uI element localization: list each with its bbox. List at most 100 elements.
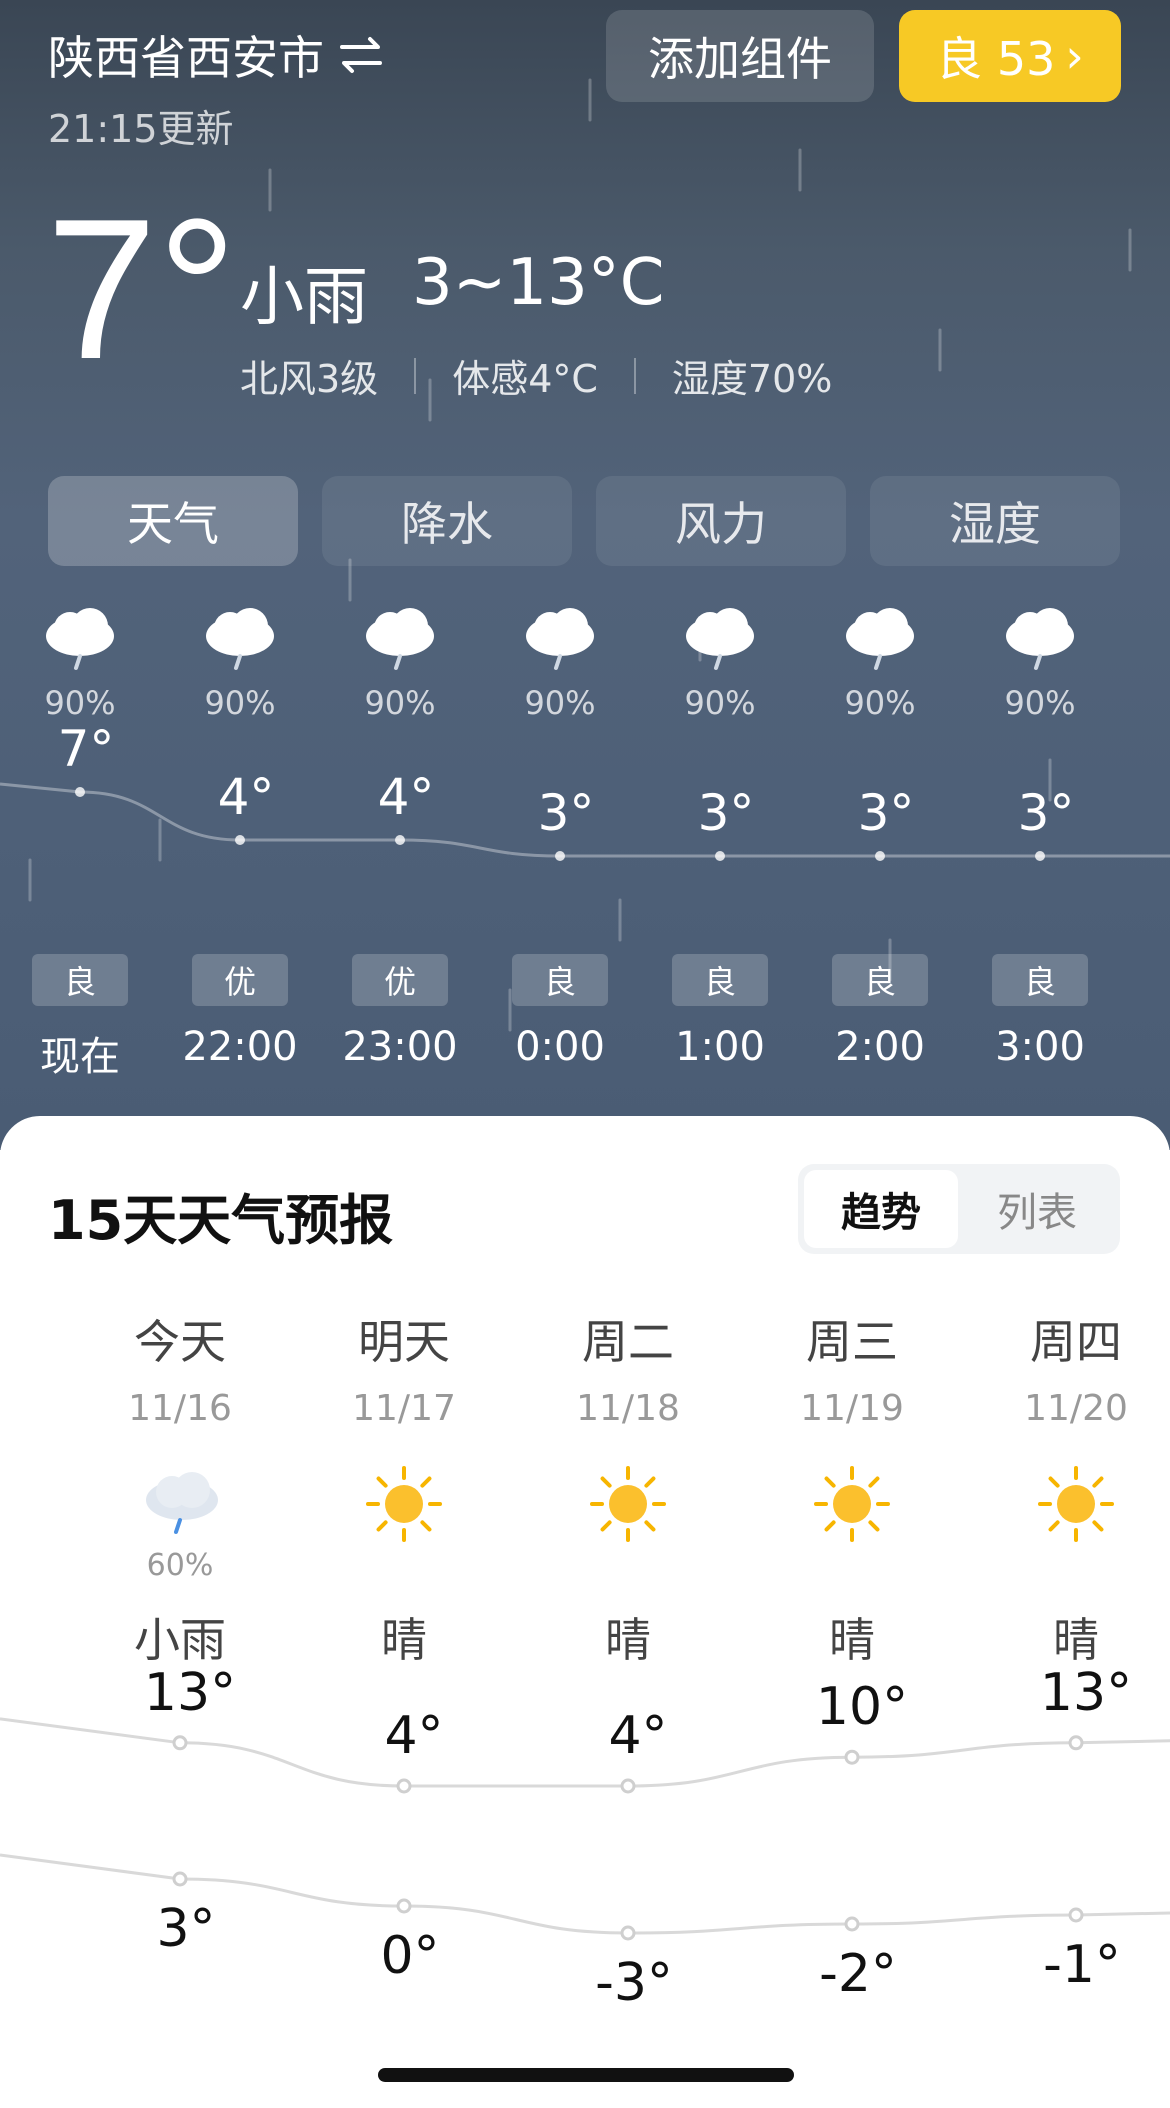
rain-cloud-icon: [360, 606, 440, 676]
day-column: 周四 11/20: [976, 1306, 1170, 1429]
tab-wind[interactable]: 风力: [596, 476, 846, 566]
day-date: 11/19: [800, 1388, 904, 1429]
daily-high-curve-point: [172, 1735, 188, 1751]
tab-precipitation[interactable]: 降水: [322, 476, 572, 566]
day-condition: 小雨: [134, 1613, 226, 1667]
day-condition: 晴: [1053, 1613, 1099, 1667]
daily-forecast[interactable]: 今天 11/16 60% 小雨 13° 3° 明天 11/17 晴 4° 0° 周二 11/18 晴 4° -…: [0, 1116, 1170, 2108]
aqi-chip: 良: [832, 954, 928, 1006]
day-condition: 晴: [605, 1613, 651, 1667]
hourly-item: 90%: [660, 606, 780, 722]
day-name: 明天: [358, 1315, 450, 1369]
tab-humidity[interactable]: 湿度: [870, 476, 1120, 566]
hourly-time: 0:00: [515, 1024, 605, 1070]
precip-probability: 60%: [146, 1548, 214, 1583]
day-low-temp: -3°: [595, 1953, 673, 2013]
hourly-time: 2:00: [835, 1024, 925, 1070]
day-low-temp: 0°: [380, 1926, 440, 1986]
aqi-chip: 优: [352, 954, 448, 1006]
rain-cloud-icon: [520, 606, 600, 676]
weather-background: 陕西省西安市 21:15更新 添加组件 良 53 › 7° 小雨 3~13°C …: [0, 0, 1170, 1150]
home-indicator[interactable]: [378, 2068, 794, 2082]
current-details: 北风3级 体感4°C 湿度70%: [240, 348, 832, 403]
tab-weather[interactable]: 天气: [48, 476, 298, 566]
hourly-temp: 3°: [537, 784, 595, 842]
rain-cloud-icon: [680, 606, 760, 676]
rain-cloud-icon-svg: [1006, 608, 1074, 670]
hourly-time: 1:00: [675, 1024, 765, 1070]
aqi-chip: 良: [992, 954, 1088, 1006]
current-temperature: 7°: [46, 178, 238, 401]
metric-tabs: 天气 降水 风力 湿度: [48, 476, 1120, 566]
precip-probability: 90%: [44, 684, 116, 722]
sun-icon: [364, 1464, 444, 1548]
current-condition: 小雨: [240, 261, 368, 335]
location-selector[interactable]: 陕西省西安市: [48, 22, 384, 88]
hourly-temp-point: [875, 851, 885, 861]
hourly-temp: 3°: [697, 784, 755, 842]
hourly-forecast[interactable]: 90% 7° 良现在 90% 4° 优 22:00 90% 4° 优 23:00 90% 3° 良 0:00…: [0, 600, 1170, 1090]
day-high-temp: 10°: [815, 1677, 909, 1738]
rain-cloud-icon-svg: [526, 608, 594, 670]
rain-cloud-icon-svg: [686, 608, 754, 670]
rain-cloud-icon-svg: [366, 608, 434, 670]
day-high-temp: 13°: [1039, 1662, 1133, 1723]
day-high-temp: 13°: [143, 1662, 237, 1723]
aqi-button[interactable]: 良 53 ›: [899, 10, 1121, 102]
precip-probability: 90%: [364, 684, 436, 722]
hourly-temp-point: [555, 851, 565, 861]
aqi-chip: 良: [672, 954, 768, 1006]
hourly-temp: 4°: [377, 768, 435, 826]
precip-probability: 90%: [1004, 684, 1076, 722]
daily-high-curve-point: [396, 1778, 412, 1794]
day-date: 11/17: [352, 1388, 456, 1429]
feels-like: 体感4°C: [452, 357, 598, 401]
day-name: 今天: [134, 1315, 226, 1369]
hourly-time: 23:00: [342, 1024, 458, 1070]
hourly-time: 现在: [40, 1034, 120, 1080]
hourly-time: 3:00: [995, 1024, 1085, 1070]
day-date: 11/18: [576, 1388, 680, 1429]
hourly-temp-point: [715, 851, 725, 861]
aqi-chip: 良: [32, 954, 128, 1006]
daily-high-curve-point: [620, 1778, 636, 1794]
hourly-item: 90%: [820, 606, 940, 722]
hourly-temp: 3°: [857, 784, 915, 842]
hourly-temp: 4°: [217, 768, 275, 826]
daily-low-curve-point: [620, 1925, 636, 1941]
current-condition-line: 小雨 3~13°C: [240, 246, 664, 338]
day-column: 今天 11/16: [80, 1306, 280, 1429]
hourly-item: 90%: [500, 606, 620, 722]
sun-icon: [812, 1464, 892, 1548]
hourly-temp: 3°: [1017, 784, 1075, 842]
chevron-right-icon: ›: [1065, 29, 1084, 83]
rain-cloud-icon-svg: [846, 608, 914, 670]
precip-probability: 90%: [844, 684, 916, 722]
sun-icon: [588, 1464, 668, 1548]
daily-low-curve-point: [844, 1916, 860, 1932]
day-name: 周四: [1030, 1315, 1122, 1369]
day-name: 周三: [806, 1315, 898, 1369]
hourly-temp: 7°: [57, 720, 115, 778]
hourly-temp-point: [75, 787, 85, 797]
precip-probability: 90%: [524, 684, 596, 722]
rain-cloud-icon: [140, 1464, 224, 1548]
rain-cloud-icon: [40, 606, 120, 676]
add-widget-button[interactable]: 添加组件: [606, 10, 874, 102]
divider: [414, 357, 417, 394]
day-column: 周二 11/18: [528, 1306, 728, 1429]
daily-high-curve-point: [1068, 1735, 1084, 1751]
day-name: 周二: [582, 1315, 674, 1369]
rain-cloud-icon: [840, 606, 920, 676]
update-time: 21:15更新: [48, 107, 234, 151]
daily-low-curve-point: [172, 1871, 188, 1887]
daily-low-curve-point: [1068, 1907, 1084, 1923]
hourly-item: 90%: [20, 606, 140, 722]
rain-cloud-icon: [1000, 606, 1080, 676]
location-name: 陕西省西安市: [48, 31, 324, 85]
aqi-label: 良 53: [936, 32, 1056, 86]
forecast-card: 15天天气预报 趋势 列表 今天 11/16 60% 小雨 13° 3° 明天 11/17 晴 4…: [0, 1116, 1170, 2108]
switch-arrows-icon: [340, 37, 382, 73]
hourly-temp-point: [1035, 851, 1045, 861]
temperature-range: 3~13°C: [412, 246, 665, 320]
